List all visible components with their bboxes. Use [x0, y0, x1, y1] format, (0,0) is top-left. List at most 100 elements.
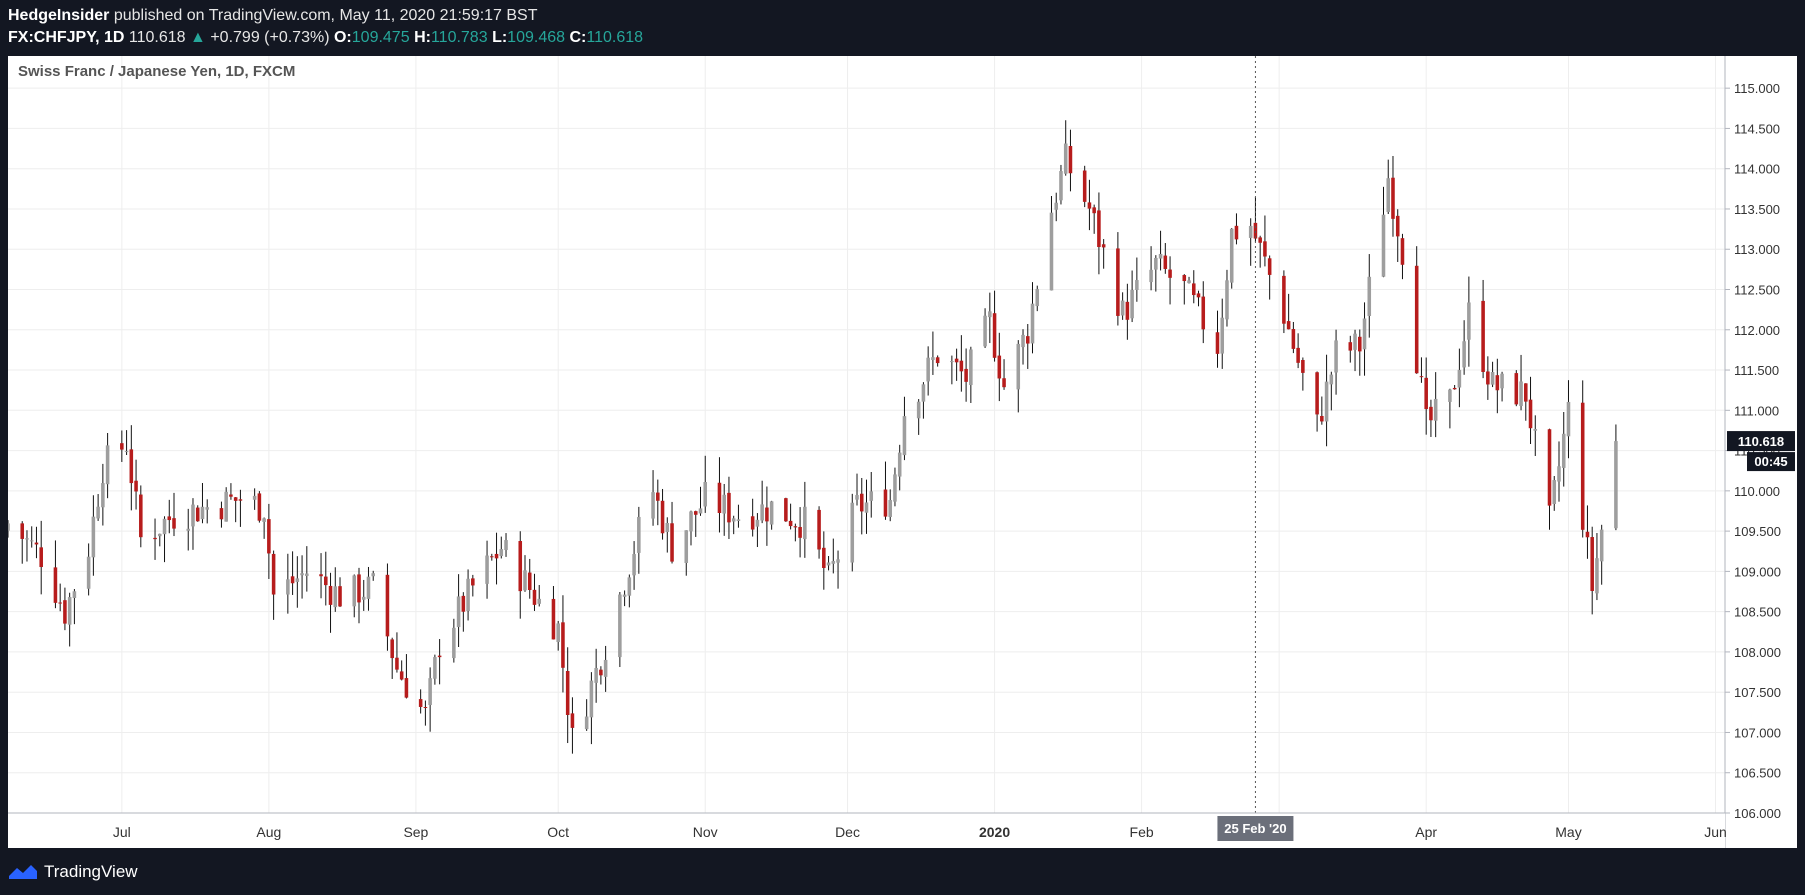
candle	[1087, 179, 1092, 231]
candle	[931, 331, 935, 375]
last-price-value: 110.618	[128, 29, 186, 46]
candle	[1120, 292, 1125, 320]
candle	[423, 700, 428, 726]
candle	[1248, 218, 1253, 266]
candle	[570, 697, 575, 754]
candle	[1429, 399, 1433, 437]
chart-area[interactable]: 115.000 114.500 114.000 113.500 113.000 112.5…	[8, 56, 1797, 848]
candle	[1116, 232, 1120, 326]
up-arrow-icon: ▲	[190, 29, 206, 46]
candle	[428, 667, 432, 732]
candle	[456, 574, 461, 648]
price-tick-label: 111.500	[1734, 363, 1779, 378]
candle	[1054, 192, 1059, 222]
candle	[926, 346, 930, 396]
candle	[1229, 228, 1234, 289]
candle	[888, 489, 892, 522]
candle	[551, 586, 556, 640]
candle	[954, 348, 959, 381]
candle	[1614, 424, 1618, 531]
candle	[324, 551, 328, 606]
candle	[1386, 159, 1391, 215]
candle	[437, 639, 442, 685]
candle	[826, 556, 831, 571]
tradingview-logo[interactable]: TradingView	[8, 862, 138, 882]
candle	[1315, 371, 1319, 432]
candle	[305, 546, 309, 592]
candle	[328, 572, 333, 633]
candle	[1059, 164, 1063, 205]
candle	[205, 499, 209, 524]
candle	[129, 425, 134, 511]
candle	[233, 497, 238, 523]
candle	[1490, 361, 1495, 388]
candle	[969, 346, 973, 403]
candle	[229, 483, 233, 500]
candle	[565, 647, 570, 744]
time-tick-label: Jun	[1704, 824, 1727, 840]
candle	[1524, 383, 1528, 421]
open-label: O:	[333, 29, 352, 46]
candle	[589, 672, 594, 745]
candle	[897, 444, 902, 491]
candle	[964, 348, 968, 402]
candle	[105, 433, 110, 499]
candle	[727, 476, 731, 540]
candle	[864, 479, 869, 534]
candle	[736, 504, 741, 528]
price-tick-label: 106.500	[1734, 766, 1781, 781]
candle	[1154, 255, 1158, 292]
candlestick-chart[interactable]: 115.000 114.500 114.000 113.500 113.000 112.5…	[8, 56, 1797, 848]
candle	[1481, 279, 1485, 379]
candle	[665, 517, 670, 553]
symbol-label[interactable]: FX:CHFJPY, 1D	[8, 29, 124, 46]
candles	[8, 120, 1618, 754]
candle	[139, 485, 143, 548]
candle	[1030, 282, 1035, 354]
time-tick-label: Oct	[547, 824, 569, 840]
candle	[8, 520, 10, 538]
candle	[371, 570, 375, 581]
candle	[1486, 356, 1490, 400]
candle	[72, 589, 77, 625]
time-tick-label: Aug	[256, 824, 281, 840]
candle	[466, 569, 470, 621]
candle	[959, 335, 964, 392]
candle	[1433, 372, 1438, 438]
candle	[1457, 348, 1462, 408]
svg-text:00:45: 00:45	[1754, 454, 1787, 469]
candle	[1258, 235, 1262, 268]
price-tick-label: 112.500	[1734, 283, 1780, 298]
candle	[39, 520, 43, 595]
candle	[238, 489, 243, 527]
price-tick-label: 107.000	[1734, 725, 1781, 740]
price-tick-label: 108.500	[1734, 605, 1781, 620]
time-tick-label: Feb	[1130, 824, 1154, 840]
author-name[interactable]: HedgeInsider	[8, 7, 109, 24]
candle	[1580, 380, 1585, 538]
price-tick-label: 106.000	[1734, 806, 1781, 821]
candle	[988, 292, 992, 344]
candle	[527, 558, 532, 599]
candle	[1500, 371, 1504, 402]
price-tick-label: 113.500	[1734, 202, 1780, 217]
candle	[1561, 412, 1566, 487]
candle	[224, 487, 228, 522]
candle	[167, 499, 172, 534]
candle	[1097, 192, 1101, 275]
candle	[286, 553, 290, 614]
candle	[1234, 213, 1239, 245]
candle	[788, 503, 793, 530]
candle	[603, 645, 608, 692]
countdown-tag: 00:45	[1747, 452, 1795, 472]
candle	[1367, 254, 1372, 338]
candle	[452, 618, 456, 663]
candle	[689, 510, 693, 546]
candle	[1135, 257, 1139, 302]
high-value: 110.783	[430, 29, 488, 46]
candle	[1334, 329, 1338, 395]
candle	[404, 654, 409, 699]
close-label: C:	[569, 29, 587, 46]
candle	[850, 493, 855, 572]
time-tick-label: 2020	[979, 824, 1010, 840]
